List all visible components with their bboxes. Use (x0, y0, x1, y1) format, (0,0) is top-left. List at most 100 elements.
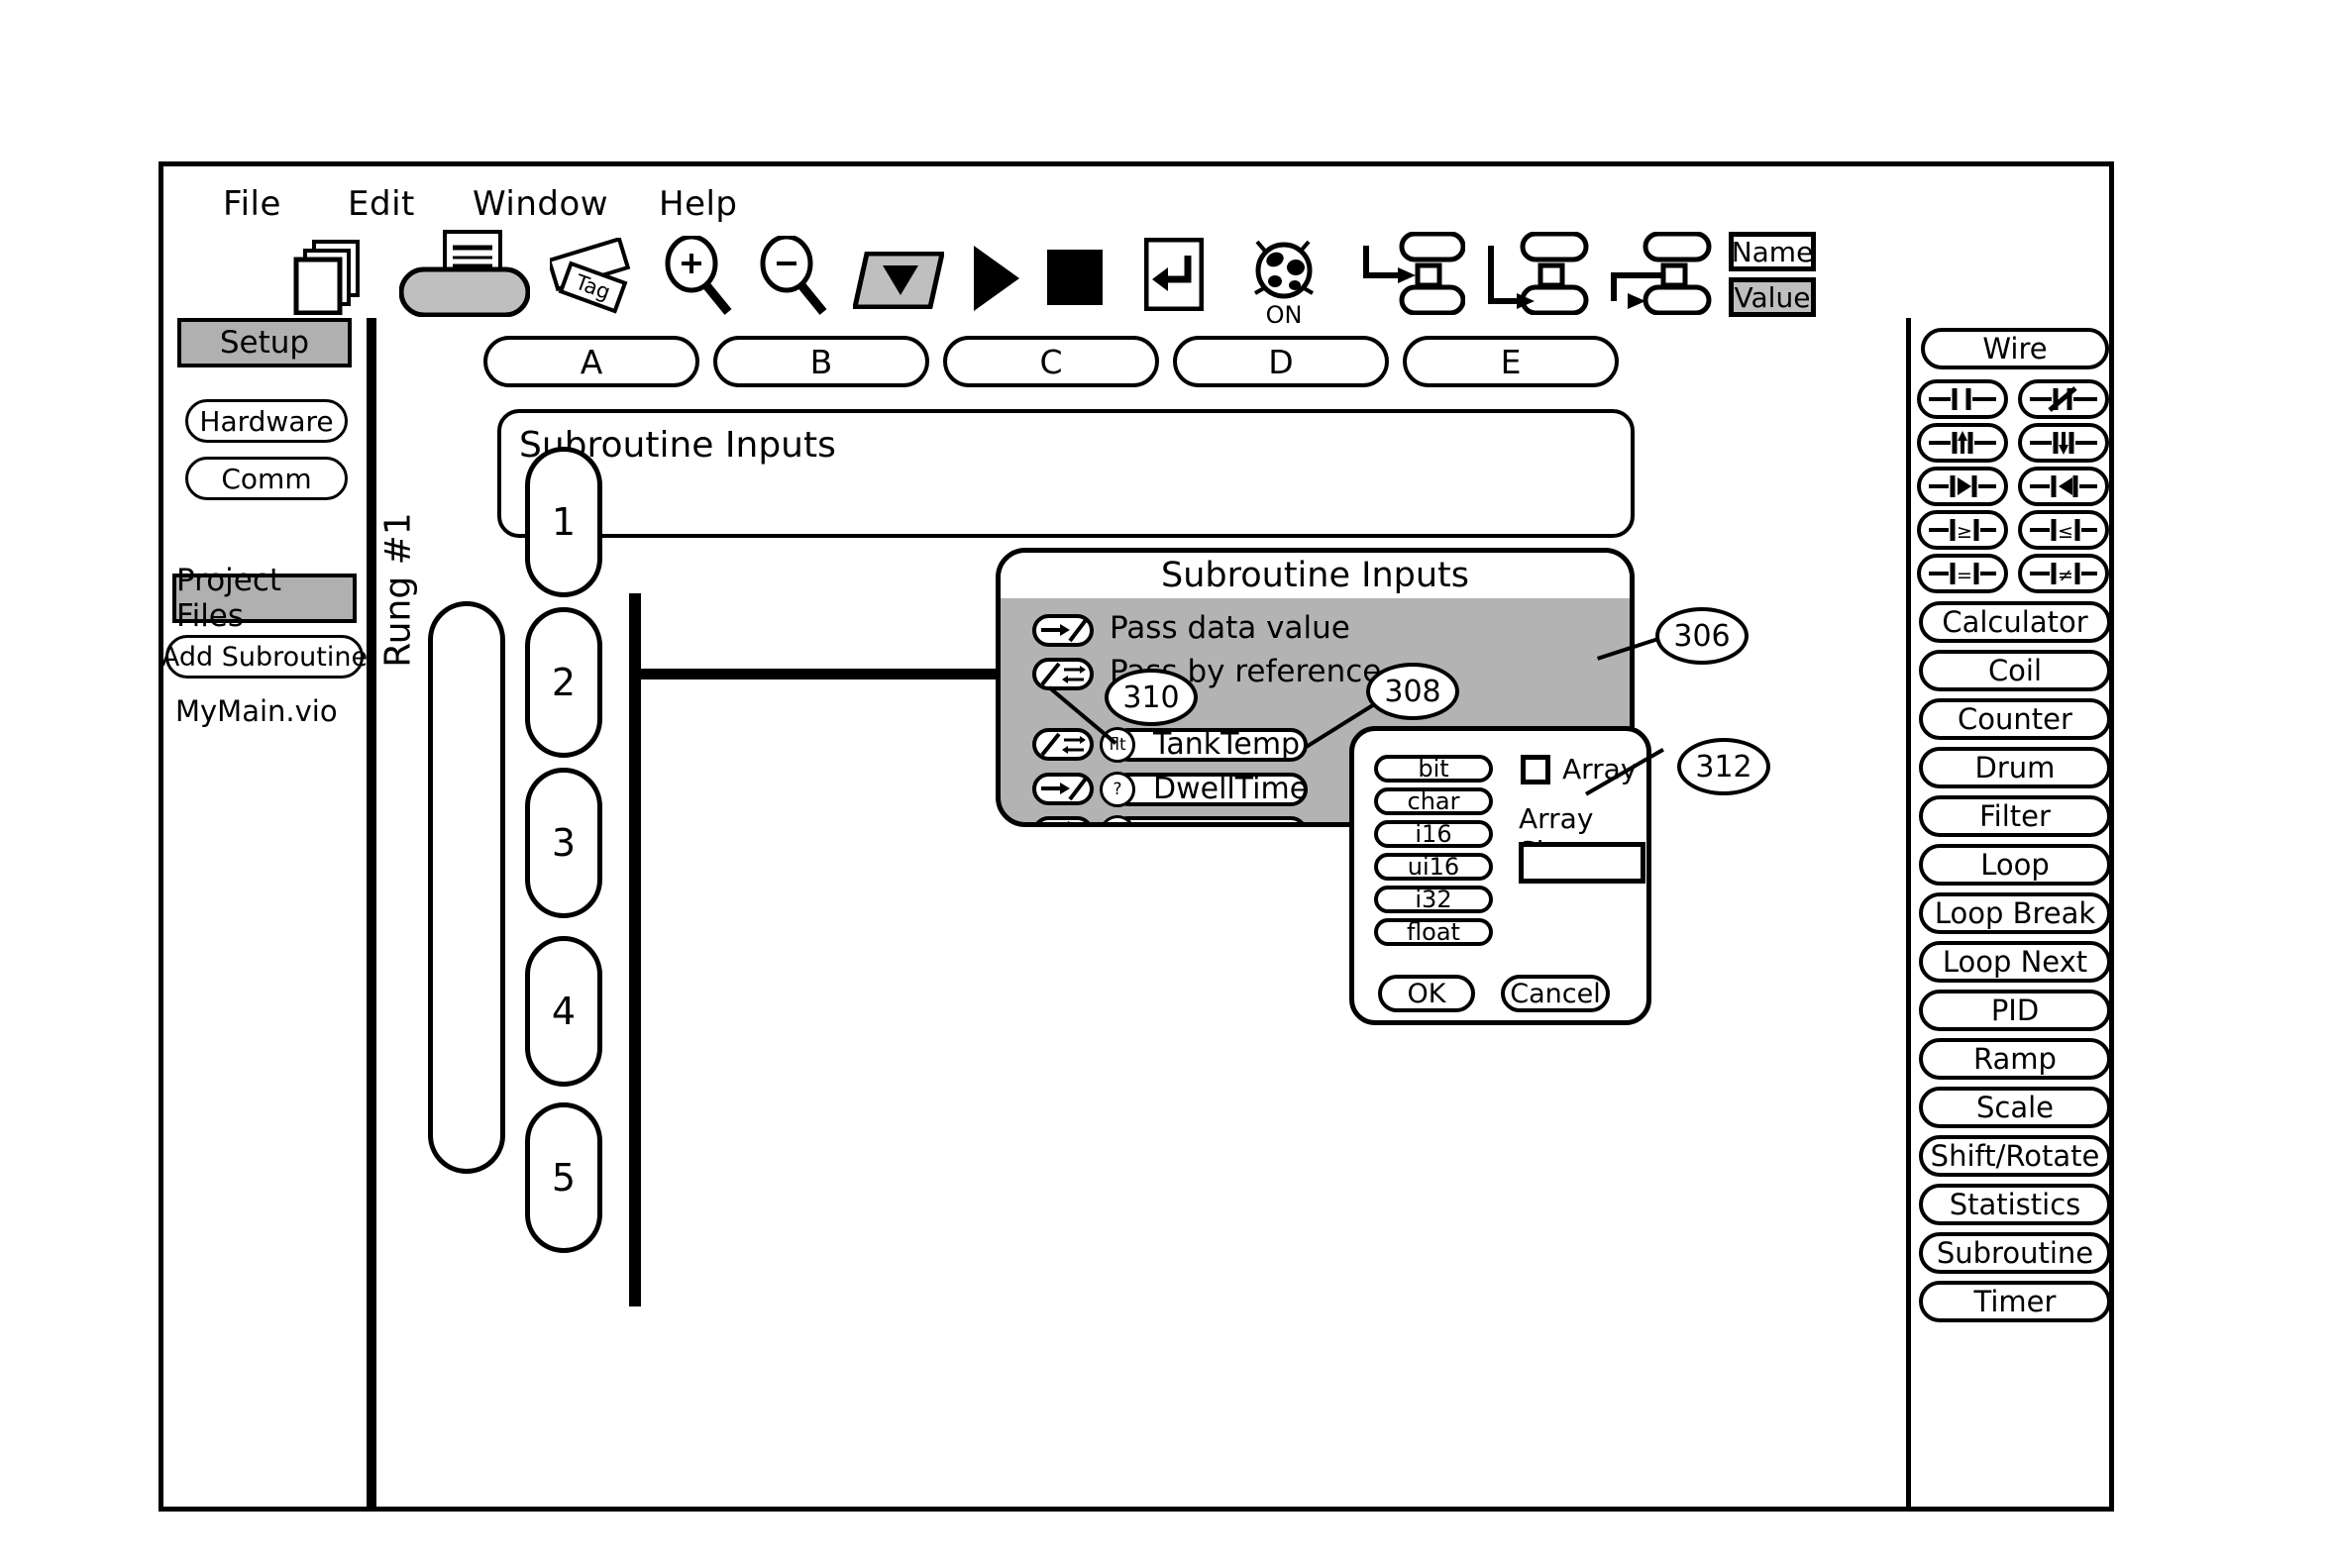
row2-name-field[interactable]: DwellTime (1112, 773, 1308, 806)
ok-button[interactable]: OK (1378, 975, 1475, 1012)
palette-item-ramp[interactable]: Ramp (1919, 1038, 2111, 1080)
callout-310: 310 (1105, 669, 1198, 726)
row1-mode-icon[interactable] (1032, 728, 1094, 761)
palette-item-drum[interactable]: Drum (1919, 747, 2111, 788)
palette-item-loop-break[interactable]: Loop Break (1919, 892, 2111, 934)
callout-306: 306 (1655, 607, 1749, 665)
type-option-bit[interactable]: bit (1374, 755, 1493, 783)
palette-item-wire[interactable]: Wire (1921, 328, 2109, 369)
column-tab-a[interactable]: A (483, 336, 699, 387)
power-rail (629, 593, 641, 1307)
menu-item-edit[interactable]: Edit (348, 184, 415, 224)
svg-text:≠: ≠ (2058, 565, 2073, 586)
type-option-char[interactable]: char (1374, 787, 1493, 815)
run-icon[interactable] (970, 244, 1021, 313)
column-tab-c[interactable]: C (943, 336, 1159, 387)
type-option-ui16[interactable]: ui16 (1374, 853, 1493, 881)
menu-item-help[interactable]: Help (659, 184, 738, 224)
array-checkbox[interactable] (1521, 755, 1550, 784)
cancel-button[interactable]: Cancel (1501, 975, 1610, 1012)
data-type-dialog[interactable]: bit char i16 ui16 i32 float Array Array … (1349, 726, 1651, 1025)
palette-contact-no-icon[interactable] (1917, 379, 2008, 419)
palette-compare-less-equal-icon[interactable]: ≤ (2018, 510, 2109, 550)
palette-item-shift-rotate[interactable]: Shift/Rotate (1919, 1135, 2111, 1177)
rung-number-2[interactable]: 2 (525, 607, 602, 758)
mode-pass-reference-icon[interactable] (1032, 658, 1094, 690)
zoom-in-icon[interactable] (661, 236, 734, 317)
menu-item-window[interactable]: Window (473, 184, 608, 224)
sidebar-header-project-files[interactable]: Project Files (172, 563, 357, 634)
row1-name-field[interactable]: TankTemp (1112, 728, 1308, 762)
palette-item-statistics[interactable]: Statistics (1919, 1184, 2111, 1225)
palette-item-timer[interactable]: Timer (1919, 1281, 2111, 1322)
row2-mode-icon[interactable] (1032, 773, 1094, 805)
palette-item-counter[interactable]: Counter (1919, 698, 2111, 740)
palette-compare-less-icon[interactable] (2018, 467, 2109, 506)
subroutine-inputs-panel[interactable]: Subroutine Inputs (497, 409, 1635, 538)
edit-print-icon[interactable] (399, 230, 530, 317)
add-subroutine-button[interactable]: Add Subroutine (161, 635, 368, 679)
stop-icon[interactable] (1047, 250, 1103, 305)
palette-compare-not-equal-icon[interactable]: ≠ (2018, 554, 2109, 593)
type-option-i16[interactable]: i16 (1374, 820, 1493, 848)
toolbar: Tag ON Name Value (213, 224, 2075, 327)
palette-item-subroutine[interactable]: Subroutine (1919, 1232, 2111, 1274)
flow-branch-3-icon[interactable] (1606, 232, 1715, 315)
tag-icon[interactable]: Tag (550, 238, 641, 315)
palette-compare-greater-equal-icon[interactable]: ≥ (1917, 510, 2008, 550)
menu-item-file[interactable]: File (223, 184, 281, 224)
legend-label-pass-value: Pass data value (1110, 610, 1350, 646)
column-tab-e[interactable]: E (1403, 336, 1619, 387)
row2-type-bubble[interactable]: ? (1100, 772, 1135, 807)
palette-compare-equal-icon[interactable]: = (1917, 554, 2008, 593)
rung-group-bracket (428, 601, 505, 1174)
palette-item-loop[interactable]: Loop (1919, 844, 2111, 886)
palette-contact-nc-icon[interactable] (2018, 379, 2109, 419)
rung-number-3[interactable]: 3 (525, 768, 602, 918)
debug-bug-icon[interactable]: ON (1243, 230, 1326, 327)
value-toggle-button[interactable]: Value (1729, 277, 1816, 317)
svg-text:≥: ≥ (1957, 521, 1972, 543)
sidebar-item-hardware[interactable]: Hardware (185, 399, 348, 443)
callout-308: 308 (1366, 663, 1459, 720)
palette-compare-greater-icon[interactable] (1917, 467, 2008, 506)
project-file-mymain[interactable]: MyMain.vio (175, 694, 338, 728)
left-sidebar: Setup Hardware Comm Project Files Add Su… (161, 318, 371, 1512)
rung-number-4[interactable]: 4 (525, 936, 602, 1087)
rung-group-label: Rung #1 (377, 512, 419, 668)
new-file-icon[interactable] (292, 238, 371, 315)
palette-item-scale[interactable]: Scale (1919, 1087, 2111, 1128)
flow-branch-2-icon[interactable] (1483, 232, 1592, 315)
element-palette: Wire ≥ ≤ = ≠ Calculator Coil Counter Dru… (1911, 318, 2114, 1512)
palette-item-pid[interactable]: PID (1919, 990, 2111, 1031)
palette-item-filter[interactable]: Filter (1919, 795, 2111, 837)
palette-contact-rising-edge-icon[interactable] (1917, 423, 2008, 463)
palette-item-calculator[interactable]: Calculator (1919, 601, 2111, 643)
svg-text:=: = (1957, 565, 1972, 586)
sidebar-header-setup[interactable]: Setup (177, 318, 352, 367)
application-window: File Edit Window Help Tag ON Name Value … (159, 161, 2114, 1512)
palette-item-loop-next[interactable]: Loop Next (1919, 941, 2111, 983)
rung-number-5[interactable]: 5 (525, 1102, 602, 1253)
mode-pass-value-icon[interactable] (1032, 614, 1094, 647)
return-icon[interactable] (1144, 238, 1204, 311)
flow-branch-1-icon[interactable] (1360, 232, 1465, 315)
type-option-float[interactable]: float (1374, 918, 1493, 946)
svg-text:≤: ≤ (2058, 521, 2073, 543)
sidebar-item-comm[interactable]: Comm (185, 457, 348, 500)
dropdown-icon[interactable] (853, 252, 944, 309)
zoom-out-icon[interactable] (756, 236, 829, 317)
row3-name-field[interactable] (1112, 816, 1308, 822)
type-option-i32[interactable]: i32 (1374, 886, 1493, 913)
palette-contact-falling-edge-icon[interactable] (2018, 423, 2109, 463)
name-toggle-button[interactable]: Name (1729, 232, 1816, 271)
column-tab-d[interactable]: D (1173, 336, 1389, 387)
palette-item-coil[interactable]: Coil (1919, 650, 2111, 691)
row3-mode-icon[interactable] (1032, 816, 1094, 822)
array-size-input[interactable] (1519, 842, 1645, 884)
ladder-canvas: A B C D E Subroutine Inputs Rung #1 1 2 … (371, 318, 1911, 1512)
column-tab-b[interactable]: B (713, 336, 929, 387)
callout-312: 312 (1677, 738, 1770, 795)
rung-number-1[interactable]: 1 (525, 447, 602, 597)
dialog-title: Subroutine Inputs (1001, 553, 1630, 598)
